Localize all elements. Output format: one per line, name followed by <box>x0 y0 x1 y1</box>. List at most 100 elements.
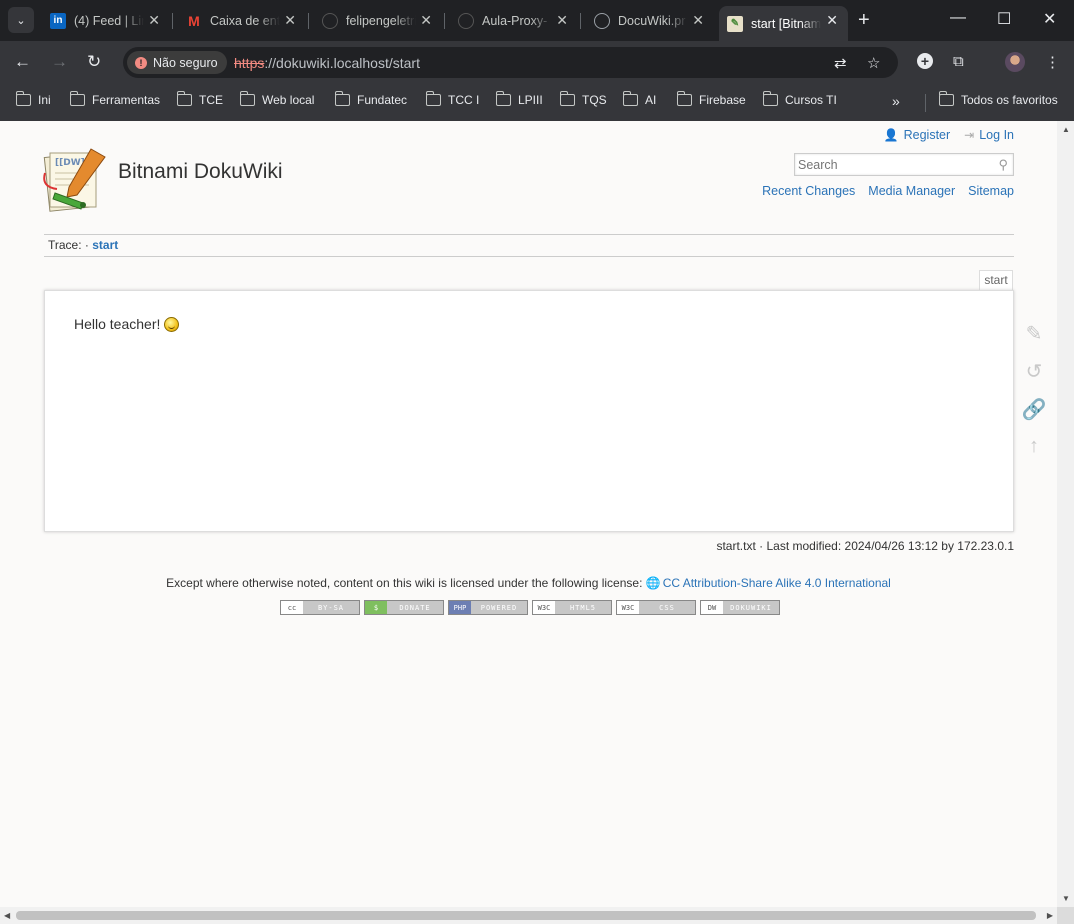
bookmark-folder[interactable]: Fundatec <box>334 91 408 107</box>
tab-title: felipengeletric <box>346 13 416 28</box>
login-link[interactable]: ⇥ Log In <box>964 128 1014 142</box>
scroll-right-icon[interactable]: ▶ <box>1047 911 1053 920</box>
bookmark-folder[interactable]: TCC I <box>425 91 479 107</box>
folder-icon <box>622 91 638 106</box>
horizontal-scrollbar[interactable]: ◀ ▶ <box>0 907 1057 924</box>
bookmark-folder[interactable]: Firebase <box>676 91 746 107</box>
close-icon[interactable]: ✕ <box>148 12 160 29</box>
history-icon[interactable]: ↺ <box>1021 359 1047 384</box>
tab-separator <box>580 13 581 29</box>
tab-start-active[interactable]: ✎ start [Bitnami ✕ <box>719 6 848 41</box>
tab-search-button[interactable]: ⌄ <box>8 7 34 33</box>
site-title[interactable]: Bitnami DokuWiki <box>118 160 283 184</box>
address-bar[interactable]: ! Não seguro https://dokuwiki.localhost/… <box>123 47 898 78</box>
folder-icon <box>762 91 778 106</box>
tab-linkedin[interactable]: in (4) Feed | LinkedIn ✕ <box>42 6 170 35</box>
arrow-up-icon[interactable]: ↑ <box>1021 435 1047 458</box>
badge-left: cc <box>281 601 303 614</box>
trace-separator: · <box>84 238 89 252</box>
close-icon[interactable]: ✕ <box>556 12 568 29</box>
badge-right: CSS <box>659 603 675 612</box>
back-button[interactable]: ← <box>14 52 31 72</box>
license-link[interactable]: CC Attribution-Share Alike 4.0 Internati… <box>663 576 891 590</box>
close-icon[interactable]: ✕ <box>692 12 704 29</box>
bookmark-label: Fundatec <box>357 93 408 107</box>
folder-icon <box>938 91 954 106</box>
all-bookmarks-folder[interactable]: Todos os favoritos <box>938 91 1058 107</box>
scroll-up-icon[interactable]: ▲ <box>1062 125 1070 134</box>
page-id-tab[interactable]: start <box>979 270 1013 290</box>
more-vert-icon[interactable]: ⋮ <box>1045 53 1060 71</box>
puzzle-icon[interactable]: ⧉ <box>953 53 964 70</box>
tab-docuwiki[interactable]: DocuWiki.pr ✕ <box>586 6 714 35</box>
trace-link-start[interactable]: start <box>92 238 118 252</box>
w3c-html5-badge[interactable]: W3C HTML5 <box>532 600 612 615</box>
tab-strip: ⌄ in (4) Feed | LinkedIn ✕ M Caixa de en… <box>0 0 1074 41</box>
vertical-scrollbar[interactable]: ▲ ▼ <box>1057 121 1074 907</box>
bookmark-divider <box>925 94 926 112</box>
badge-left: W3C <box>533 601 555 614</box>
reload-button[interactable]: ↻ <box>87 52 101 72</box>
minimize-button[interactable]: — <box>950 9 966 27</box>
tab-github-1[interactable]: felipengeletric ✕ <box>314 6 442 35</box>
user-tools: 👤 Register ⇥ Log In <box>884 128 1014 142</box>
reload-icon: ↻ <box>87 52 102 71</box>
folder-icon <box>176 91 192 106</box>
bookmark-folder[interactable]: Ferramentas <box>69 91 160 107</box>
sitemap-link[interactable]: Sitemap <box>968 184 1014 198</box>
translate-icon[interactable]: ⇄ <box>834 54 847 72</box>
close-icon[interactable]: ✕ <box>284 12 296 29</box>
star-icon[interactable]: ☆ <box>867 54 880 72</box>
tab-gmail[interactable]: M Caixa de entrada ✕ <box>178 6 306 35</box>
maximize-button[interactable]: ☐ <box>997 9 1011 29</box>
url-text[interactable]: https://dokuwiki.localhost/start <box>234 55 420 71</box>
scrollbar-thumb[interactable] <box>16 911 1036 920</box>
donate-badge[interactable]: $ DONATE <box>364 600 444 615</box>
search-icon[interactable]: ⚲ <box>998 157 1008 173</box>
close-icon[interactable]: ✕ <box>420 12 432 29</box>
chevron-down-icon: ⌄ <box>16 14 26 27</box>
profile-avatar[interactable] <box>1005 52 1025 72</box>
bookmark-folder[interactable]: AI <box>622 91 656 107</box>
dokuwiki-logo[interactable]: [[DW]] <box>43 147 109 213</box>
folder-icon <box>495 91 511 106</box>
close-window-button[interactable]: ✕ <box>1043 9 1056 29</box>
tab-title: start [Bitnami <box>751 16 821 31</box>
recent-changes-link[interactable]: Recent Changes <box>762 184 855 198</box>
gmail-icon: M <box>188 12 200 29</box>
link-icon[interactable]: 🔗 <box>1021 397 1047 422</box>
close-icon: ✕ <box>1043 11 1057 28</box>
page-content: Hello teacher! <box>44 290 1014 532</box>
dokuwiki-icon: ✎ <box>727 15 743 32</box>
security-chip[interactable]: ! Não seguro <box>127 51 227 74</box>
dokuwiki-badge[interactable]: DW DOKUWIKI <box>700 600 780 615</box>
bookmark-folder[interactable]: TCE <box>176 91 223 107</box>
bookmark-folder[interactable]: Ini <box>15 91 51 107</box>
bookmark-folder[interactable]: Cursos TI <box>762 91 837 107</box>
media-manager-link[interactable]: Media Manager <box>868 184 955 198</box>
bookmark-folder[interactable]: LPIII <box>495 91 543 107</box>
close-icon[interactable]: ✕ <box>826 12 838 29</box>
bookmark-label: Web local <box>262 93 315 107</box>
more-bookmarks-button[interactable]: » <box>892 93 900 109</box>
w3c-css-badge[interactable]: W3C CSS <box>616 600 696 615</box>
folder-icon <box>425 91 441 106</box>
search-input[interactable] <box>795 154 985 175</box>
bookmark-folder[interactable]: TQS <box>559 91 607 107</box>
scroll-left-icon[interactable]: ◀ <box>4 911 10 920</box>
new-tab-button[interactable]: + <box>858 9 870 32</box>
insecure-icon: ! <box>135 56 147 69</box>
php-powered-badge[interactable]: PHP POWERED <box>448 600 528 615</box>
register-link[interactable]: 👤 Register <box>884 128 951 142</box>
forward-button[interactable]: → <box>51 52 68 72</box>
scroll-down-icon[interactable]: ▼ <box>1062 894 1070 903</box>
cc-license-badge[interactable]: cc BY-SA <box>280 600 360 615</box>
edit-pencil-icon[interactable]: ✎ <box>1021 321 1047 346</box>
divider <box>44 234 1014 235</box>
extension-plus-icon[interactable]: + <box>917 53 933 69</box>
add-user-icon: 👤 <box>883 128 899 142</box>
tab-github-2[interactable]: Aula-Proxy- ✕ <box>450 6 578 35</box>
breadcrumb: Trace: · start <box>48 238 118 252</box>
bookmark-folder[interactable]: Web local <box>239 91 315 107</box>
bookmark-label: Ini <box>38 93 51 107</box>
